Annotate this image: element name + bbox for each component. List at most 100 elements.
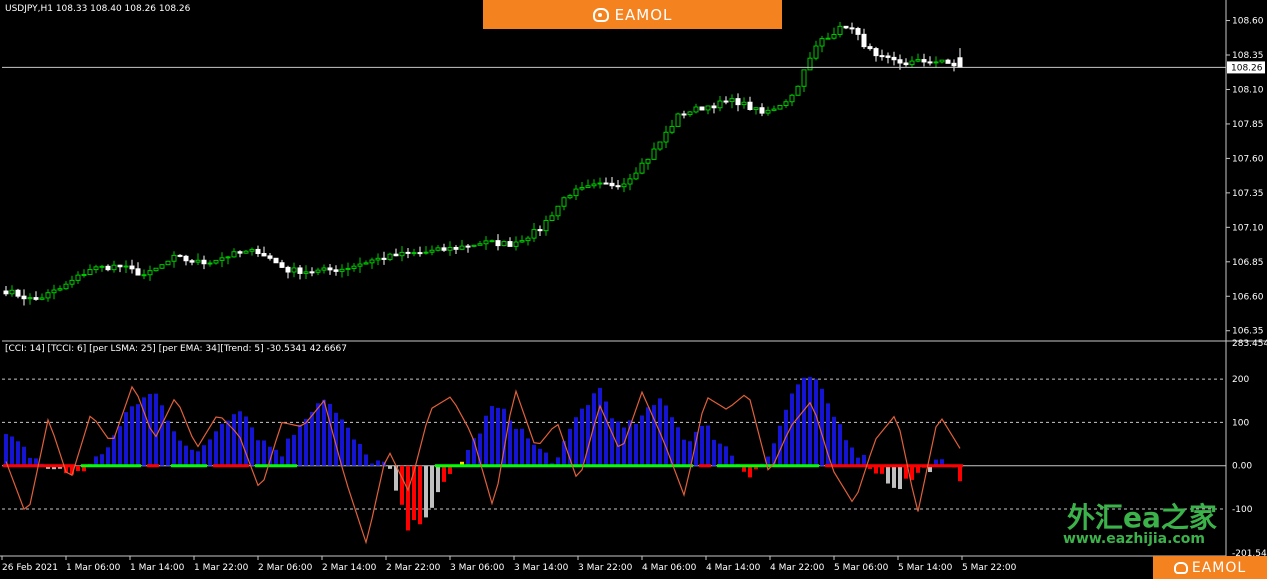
- indicator-header: [CCI: 14] [TCCI: 6] [per LSMA: 25] [per …: [5, 344, 347, 354]
- corner-logo-icon: [1173, 561, 1188, 574]
- price-tick-label: 107.60: [1232, 154, 1264, 164]
- candle-body: [627, 178, 633, 185]
- price-tick-label: 106.60: [1232, 292, 1264, 302]
- candle-body: [189, 260, 195, 263]
- candle-body: [423, 251, 429, 254]
- candle-body: [225, 256, 231, 259]
- candle-body: [147, 270, 153, 276]
- candle-body: [435, 247, 441, 251]
- candle-body: [945, 59, 951, 64]
- candle-body: [471, 244, 477, 247]
- time-tick-label: 5 Mar 14:00: [898, 563, 953, 573]
- brand-logo-icon: [592, 7, 609, 22]
- candle-body: [621, 183, 627, 188]
- candle-body: [615, 185, 621, 188]
- candle-body: [489, 240, 495, 243]
- candle-body: [873, 48, 879, 57]
- candle-body: [339, 268, 345, 272]
- candle-body: [21, 295, 27, 300]
- candle-body: [669, 125, 675, 133]
- candle-body: [597, 182, 603, 185]
- candle-body: [561, 197, 567, 207]
- candle-body: [285, 266, 291, 273]
- candle-body: [777, 104, 783, 110]
- candle-body: [879, 55, 885, 58]
- candle-body: [525, 237, 531, 242]
- time-tick-label: 4 Mar 14:00: [706, 563, 761, 573]
- candle-body: [15, 289, 21, 297]
- candle-body: [333, 269, 339, 272]
- candle-body: [813, 45, 819, 59]
- candle-body: [417, 252, 423, 255]
- candle-body: [351, 265, 357, 269]
- candle-body: [939, 59, 945, 63]
- candle-body: [915, 59, 921, 62]
- candle-body: [141, 274, 147, 277]
- candle-body: [81, 274, 87, 277]
- candle-body: [87, 269, 93, 276]
- time-tick-label: 1 Mar 14:00: [130, 563, 185, 573]
- candle-body: [903, 62, 909, 66]
- candle-body: [753, 107, 759, 111]
- candle-body: [495, 240, 501, 247]
- time-tick-label: 3 Mar 14:00: [514, 563, 569, 573]
- candle-body: [513, 241, 519, 247]
- candle-body: [921, 59, 927, 63]
- candle-body: [117, 264, 123, 268]
- candle-body: [711, 105, 717, 109]
- candle-body: [699, 106, 705, 111]
- candle-body: [681, 113, 687, 116]
- candle-body: [735, 98, 741, 106]
- candle-body: [321, 267, 327, 271]
- candle-body: [759, 107, 765, 114]
- indicator-tick-label: 283.4545: [1232, 339, 1267, 349]
- candle-body: [747, 101, 753, 111]
- candle-body: [255, 248, 261, 255]
- candle-body: [213, 259, 219, 264]
- price-tick-label: 108.10: [1232, 85, 1264, 95]
- candle-body: [267, 255, 273, 259]
- candle-body: [501, 241, 507, 247]
- time-tick-label: 1 Mar 22:00: [194, 563, 249, 573]
- symbol-header: USDJPY,H1 108.33 108.40 108.26 108.26: [5, 4, 191, 14]
- candle-body: [717, 100, 723, 109]
- candle-body: [51, 289, 57, 294]
- time-tick-label: 2 Mar 14:00: [322, 563, 377, 573]
- candle-body: [165, 260, 171, 266]
- price-tick-label: 108.60: [1232, 17, 1264, 27]
- candle-body: [567, 195, 573, 199]
- candle-body: [3, 290, 9, 295]
- candle-body: [345, 267, 351, 270]
- candle-body: [399, 251, 405, 257]
- time-tick-label: 5 Mar 06:00: [834, 563, 889, 573]
- candle-body: [93, 266, 99, 271]
- candle-body: [855, 28, 861, 35]
- candle-body: [303, 271, 309, 274]
- candle-body: [579, 187, 585, 190]
- candle-body: [123, 265, 129, 268]
- candle-body: [159, 264, 165, 269]
- candle-body: [933, 61, 939, 64]
- candle-body: [591, 183, 597, 187]
- candle-body: [39, 297, 45, 300]
- time-tick-label: 3 Mar 06:00: [450, 563, 505, 573]
- candle-body: [309, 271, 315, 274]
- candle-body: [33, 297, 39, 300]
- candle-body: [729, 98, 735, 103]
- candle-body: [897, 59, 903, 64]
- candle-body: [603, 182, 609, 185]
- chart-canvas[interactable]: 108.60 108.35 108.10 107.85 107.60 107.35 107.…: [0, 0, 1267, 579]
- candle-body: [519, 240, 525, 243]
- candle-body: [327, 267, 333, 271]
- candle-body: [447, 246, 453, 251]
- corner-brand-name: EAMOL: [1191, 559, 1247, 576]
- price-tick-label: 106.35: [1232, 327, 1264, 337]
- candle-body: [723, 100, 729, 103]
- candle-body: [675, 113, 681, 127]
- candle-body: [867, 46, 873, 50]
- brand-banner: EAMOL: [483, 0, 782, 29]
- brand-name: EAMOL: [614, 5, 673, 24]
- candle-body: [429, 249, 435, 253]
- corner-brand-logo: EAMOL: [1153, 556, 1267, 579]
- candle-body: [909, 60, 915, 66]
